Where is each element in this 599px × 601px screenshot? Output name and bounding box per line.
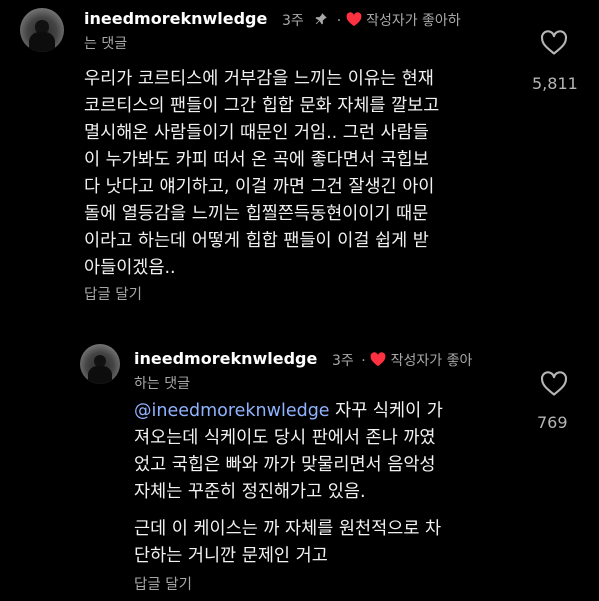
heart-outline-icon xyxy=(540,30,568,55)
comment-body: 우리가 코르티스에 거부감을 느끼는 이유는 현재 코르티스의 팬들이 그간 힙… xyxy=(84,66,524,282)
comment-line: 돌에 열등감을 느끼는 힙찔쯘득동현이이기 때문 xyxy=(84,204,429,224)
avatar[interactable] xyxy=(80,344,120,384)
liked-by-author-label: 작성자가 좋아하 xyxy=(366,13,461,29)
comment-line: 단하는 거니깐 문제인 거고 xyxy=(134,546,328,566)
comment-body: @ineedmoreknwledge 자꾸 식케이 가 져오는데 식케이도 당시… xyxy=(134,398,524,570)
pin-icon xyxy=(314,12,328,30)
heart-outline-icon xyxy=(540,371,568,396)
comment-line: 자체는 꾸준히 정진해가고 있음. xyxy=(134,482,366,502)
comment-line: 이 누가봐도 카피 떠서 온 곡에 좋다면서 국힙보 xyxy=(84,150,429,170)
liked-by-author-label-cont: 하는 댓글 xyxy=(134,376,190,392)
reply-button[interactable]: 답글 달기 xyxy=(84,283,142,304)
comment-time: 3주 xyxy=(332,353,354,369)
comment-line: 이라고 하는데 어떻게 힙합 팬들이 이걸 쉽게 받 xyxy=(84,231,429,251)
liked-by-author-label: 작성자가 좋아 xyxy=(390,353,473,369)
comment-line: 져오는데 식케이도 당시 판에서 존나 까였 xyxy=(134,428,436,448)
like-button[interactable] xyxy=(539,371,569,399)
comment-line: 었고 국힙은 빠와 까가 맞물리면서 음악성 xyxy=(134,455,436,475)
like-count: 769 xyxy=(537,413,568,432)
comment-line: @ineedmoreknwledge 자꾸 식케이 가 xyxy=(134,401,443,421)
liked-by-author-label-cont: 는 댓글 xyxy=(84,36,128,52)
comment-meta: 3주 · 작성자가 좋아 xyxy=(332,351,473,371)
comment-line: 코르티스의 팬들이 그간 힙합 문화 자체를 깔보고 xyxy=(84,96,440,116)
comment-meta: 3주 · 작성자가 좋아하 xyxy=(282,11,461,31)
comment-username[interactable]: ineedmoreknwledge xyxy=(84,9,267,28)
heart-filled-icon xyxy=(370,351,386,371)
comment-username[interactable]: ineedmoreknwledge xyxy=(134,349,317,368)
like-count: 5,811 xyxy=(532,74,578,93)
comment-time: 3주 xyxy=(282,13,304,29)
comment-line: 우리가 코르티스에 거부감을 느끼는 이유는 현재 xyxy=(84,69,434,89)
heart-filled-icon xyxy=(346,11,362,31)
comment-line: 다 낫다고 얘기하고, 이걸 까면 그건 잘생긴 아이 xyxy=(84,177,435,197)
mention-link[interactable]: @ineedmoreknwledge xyxy=(134,401,330,421)
avatar[interactable] xyxy=(20,8,64,52)
comment-line: 멸시해온 사람들이기 때문인 거임.. 그런 사람들 xyxy=(84,123,429,143)
comment-line: 근데 이 케이스는 까 자체를 원천적으로 차 xyxy=(134,519,442,539)
comment-line: 아들이겠음.. xyxy=(84,258,176,278)
reply-button[interactable]: 답글 달기 xyxy=(134,573,192,594)
like-button[interactable] xyxy=(539,30,569,58)
